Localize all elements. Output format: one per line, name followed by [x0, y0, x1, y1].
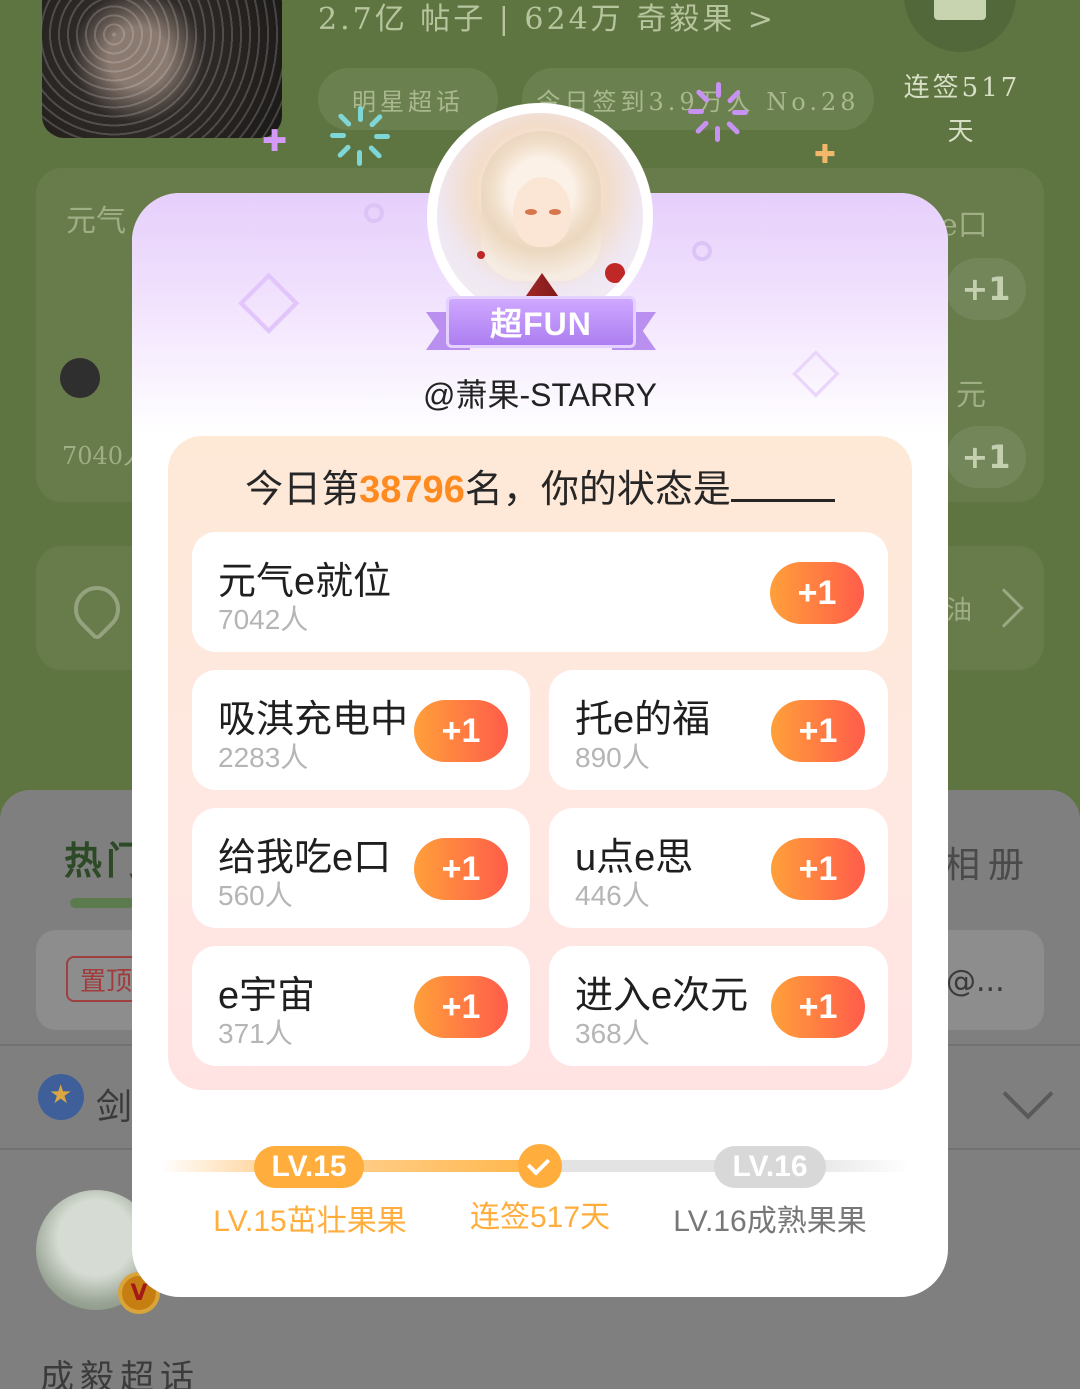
status-option-count: 890人	[575, 742, 650, 773]
status-option-count: 560人	[218, 880, 293, 911]
question-prefix: 今日第	[245, 469, 360, 511]
fun-badge: 超FUN	[426, 296, 656, 352]
shield-icon[interactable]	[904, 0, 1016, 52]
star-avatar[interactable]	[42, 0, 282, 138]
status-option[interactable]: e宇宙 371人 +1	[192, 946, 530, 1066]
status-option-count: 446人	[575, 880, 650, 911]
plus-one-button[interactable]: +1	[771, 838, 865, 900]
diamond-icon: ◇	[238, 250, 300, 343]
status-option[interactable]: 元气e就位 7042人 +1	[192, 532, 888, 652]
status-option-count: 7042人	[218, 604, 309, 635]
next-level-badge: LV.16	[714, 1146, 826, 1188]
next-level-title: LV.16成熟果果	[673, 1205, 867, 1238]
fun-badge-label: 超FUN	[446, 296, 636, 348]
plus-one-button[interactable]: +1	[414, 838, 508, 900]
decor-ring	[364, 203, 384, 223]
question-suffix: 名，你的状态是	[464, 469, 731, 511]
status-option-label: e宇宙	[218, 975, 316, 1017]
community-name[interactable]: 成毅超话	[40, 1350, 200, 1389]
current-level-badge: LV.15	[254, 1146, 364, 1188]
status-option-label: 进入e次元	[575, 975, 749, 1017]
pinned-more: @...	[946, 964, 1005, 999]
bg-plus-button-1[interactable]: +1	[946, 258, 1026, 320]
post-author-name[interactable]: 剑	[96, 1078, 132, 1130]
username: @萧果-STARRY	[423, 377, 657, 413]
status-option-count: 2283人	[218, 742, 309, 773]
user-avatar[interactable]	[437, 113, 643, 319]
bg-card-title: 元气	[66, 204, 126, 239]
plus-sparkle-icon: ✚	[262, 124, 288, 159]
current-level-title: LV.15茁壮果果	[213, 1205, 407, 1238]
status-option-count: 368人	[575, 1018, 650, 1049]
stats-line[interactable]: 2.7亿 帖子 | 624万 奇毅果 >	[318, 0, 776, 38]
plus-one-button[interactable]: +1	[414, 976, 508, 1038]
post-entry-right: 油	[946, 596, 973, 626]
plus-one-button[interactable]: +1	[771, 976, 865, 1038]
plus-one-button[interactable]: +1	[771, 700, 865, 762]
status-option-label: 给我吃e口	[218, 837, 392, 879]
status-option[interactable]: 托e的福 890人 +1	[549, 670, 888, 790]
streak-label: 连签517天	[903, 73, 1021, 147]
streak-title: 连签517天	[469, 1201, 611, 1234]
status-option-label: u点e思	[575, 837, 694, 879]
tab-album[interactable]: 相册	[944, 836, 1032, 888]
status-option[interactable]: 进入e次元 368人 +1	[549, 946, 888, 1066]
answer-blank	[730, 470, 835, 502]
decor-ring	[692, 241, 712, 261]
plus-one-button[interactable]: +1	[414, 700, 508, 762]
tab-indicator	[70, 898, 134, 908]
status-option[interactable]: 给我吃e口 560人 +1	[192, 808, 530, 928]
question-text: 今日第38796名，你的状态是	[0, 458, 1080, 513]
plus-sparkle-icon: ✚	[814, 140, 836, 170]
plus-one-button[interactable]: +1	[770, 562, 864, 624]
status-option-label: 托e的福	[575, 699, 711, 741]
status-option[interactable]: u点e思 446人 +1	[549, 808, 888, 928]
check-icon	[518, 1144, 562, 1188]
rank-number: 38796	[359, 469, 465, 511]
status-option[interactable]: 吸淇充电中 2283人 +1	[192, 670, 530, 790]
status-option-label: 吸淇充电中	[218, 699, 409, 741]
status-option-count: 371人	[218, 1018, 293, 1049]
status-option-label: 元气e就位	[218, 561, 392, 603]
medal-icon	[38, 1074, 84, 1120]
